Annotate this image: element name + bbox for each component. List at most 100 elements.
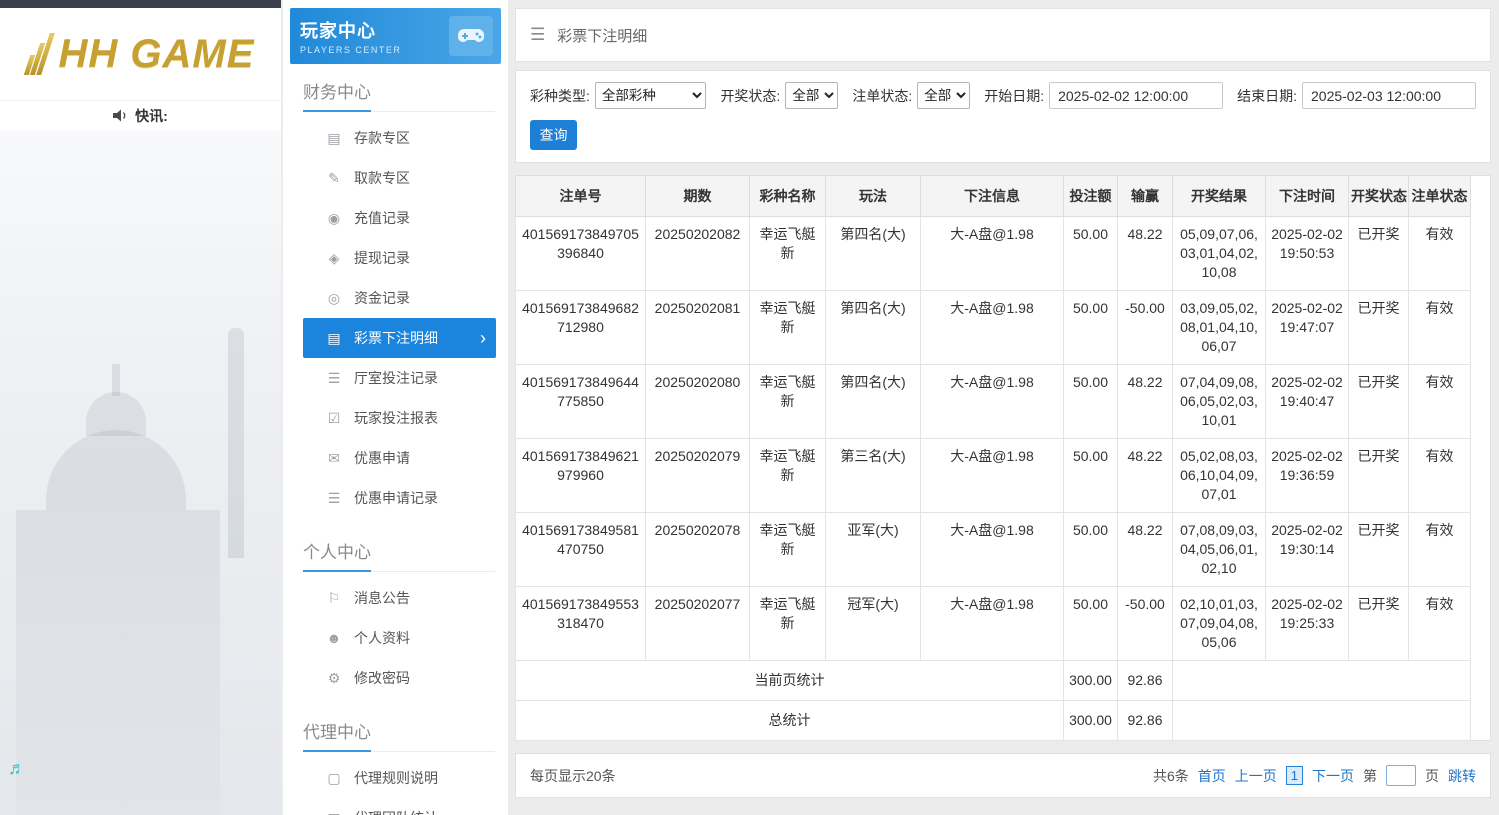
- jump-link[interactable]: 跳转: [1448, 766, 1476, 786]
- summary-win-loss: 92.86: [1117, 660, 1173, 701]
- table-cell: 50.00: [1063, 364, 1118, 439]
- start-date-input[interactable]: [1049, 82, 1224, 109]
- table-cell: 20250202078: [645, 512, 750, 587]
- music-toggle-icon[interactable]: ♬: [8, 758, 26, 779]
- table-cell: 401569173849553318470: [515, 586, 646, 661]
- table-cell: 大-A盘@1.98: [920, 364, 1064, 439]
- withdrawal-record-icon: ◈: [328, 249, 340, 266]
- first-page-link[interactable]: 首页: [1198, 766, 1226, 786]
- table-row: 401569173849553318470 20250202077 幸运飞艇新 冠军(…: [515, 586, 1471, 661]
- sidebar-header: 玩家中心 PLAYERS CENTER: [290, 8, 501, 64]
- sidebar-item-agent-team[interactable]: ▦ 代理团队统计: [303, 798, 496, 815]
- table-cell: 48.22: [1117, 438, 1173, 513]
- table-cell: 大-A盘@1.98: [920, 216, 1064, 291]
- funds-record-icon: ◎: [327, 289, 341, 306]
- end-date-input[interactable]: [1302, 82, 1476, 109]
- sidebar-item-promo-apply[interactable]: ✉ 优惠申请: [303, 438, 496, 478]
- logo-bars-decoration: [23, 33, 55, 75]
- main-content: ☰ 彩票下注明细 彩种类型: 全部彩种 开奖状态: 全部 注单状态: 全部 开始…: [508, 0, 1499, 815]
- sidebar-item-label: 存款专区: [354, 130, 410, 146]
- sidebar-item-label: 优惠申请: [354, 450, 410, 466]
- table-cell: 大-A盘@1.98: [920, 512, 1064, 587]
- agent-team-icon: ▦: [325, 810, 343, 815]
- announcement-icon: ⚐: [327, 589, 341, 606]
- table-row: 401569173849682712980 20250202081 幸运飞艇新 第四名…: [515, 290, 1471, 365]
- table-cell: 2025-02-02 19:47:07: [1265, 290, 1349, 365]
- lottery-type-select[interactable]: 全部彩种: [594, 82, 707, 109]
- summary-win-loss: 92.86: [1117, 700, 1173, 741]
- page-jump-input[interactable]: [1386, 765, 1416, 786]
- photo-building-shape: [16, 510, 220, 815]
- column-header: 开奖结果: [1172, 175, 1266, 217]
- hall-bet-record-icon: ☰: [327, 369, 341, 386]
- sidebar-item-withdrawal-record[interactable]: ◈ 提现记录: [303, 238, 496, 278]
- table-cell: -50.00: [1117, 290, 1173, 365]
- table-cell: 已开奖: [1348, 438, 1409, 513]
- table-cell: 03,09,05,02,08,01,04,10,06,07: [1172, 290, 1266, 365]
- sidebar-item-announcement[interactable]: ⚐ 消息公告: [303, 578, 496, 618]
- query-button[interactable]: 查询: [530, 120, 577, 150]
- deposit-icon: ▤: [327, 129, 341, 146]
- sidebar-item-label: 代理团队统计: [354, 808, 438, 815]
- table-cell: 48.22: [1117, 512, 1173, 587]
- table-cell: 2025-02-02 19:30:14: [1265, 512, 1349, 587]
- table-cell: -50.00: [1117, 586, 1173, 661]
- table-cell: 幸运飞艇新: [749, 290, 826, 365]
- withdraw-icon: ✎: [328, 169, 340, 186]
- sidebar-item-withdraw[interactable]: ✎ 取款专区: [303, 158, 496, 198]
- next-page-link[interactable]: 下一页: [1312, 766, 1354, 786]
- sidebar-title: 玩家中心: [300, 21, 376, 41]
- table-cell: 02,10,01,03,07,09,04,08,05,06: [1172, 586, 1266, 661]
- table-cell: 有效: [1408, 586, 1471, 661]
- draw-status-select[interactable]: 全部: [785, 82, 839, 109]
- table-cell: 有效: [1408, 438, 1471, 513]
- filter-panel: 彩种类型: 全部彩种 开奖状态: 全部 注单状态: 全部 开始日期: 结束日期:…: [515, 70, 1491, 163]
- sidebar-item-player-bet-report[interactable]: ☑ 玩家投注报表: [303, 398, 496, 438]
- left-brand-panel: HH GAME 快讯: ♬: [0, 0, 281, 815]
- table-cell: 亚军(大): [825, 512, 921, 587]
- table-cell: 2025-02-02 19:50:53: [1265, 216, 1349, 291]
- column-header: 输赢: [1117, 175, 1173, 217]
- sidebar-item-label: 彩票下注明细: [354, 330, 438, 346]
- column-header: 注单状态: [1408, 175, 1471, 217]
- table-cell: 幸运飞艇新: [749, 364, 826, 439]
- sidebar-item-agent-rules[interactable]: ▢ 代理规则说明: [303, 758, 496, 798]
- menu-toggle-icon[interactable]: ☰: [530, 25, 545, 45]
- current-page[interactable]: 1: [1285, 766, 1303, 785]
- sidebar-item-label: 取款专区: [354, 170, 410, 186]
- bet-status-select[interactable]: 全部: [917, 82, 971, 109]
- lottery-bet-detail-icon: ▤: [327, 329, 341, 346]
- per-page-text: 每页显示20条: [530, 767, 616, 784]
- sidebar-menu: 财务中心 ▤ 存款专区 ✎ 取款专区 ◉ 充值记录 ◈ 提现记录 ◎ 资金记录 ▤ 彩票下注明细 › ☰ 厅室…: [283, 64, 508, 815]
- page-title: 彩票下注明细: [557, 27, 648, 45]
- table-cell: 有效: [1408, 290, 1471, 365]
- bets-table-panel: 注单号 期数 彩种名称 玩法 下注信息 投注额 输赢 开奖结果 下注时间 开奖状态 注单状态 401…: [515, 175, 1491, 741]
- table-cell: 20250202081: [645, 290, 750, 365]
- password-icon: ⚙: [327, 669, 341, 686]
- end-date-label: 结束日期:: [1237, 87, 1297, 104]
- sidebar-item-funds-record[interactable]: ◎ 资金记录: [303, 278, 496, 318]
- sidebar-item-password[interactable]: ⚙ 修改密码: [303, 658, 496, 698]
- logo: HH GAME: [0, 8, 281, 100]
- table-cell: 已开奖: [1348, 216, 1409, 291]
- sidebar-item-hall-bet-record[interactable]: ☰ 厅室投注记录: [303, 358, 496, 398]
- table-cell: 07,08,09,03,04,05,06,01,02,10: [1172, 512, 1266, 587]
- summary-label: 总统计: [515, 700, 1064, 741]
- sidebar-item-recharge-record[interactable]: ◉ 充值记录: [303, 198, 496, 238]
- prev-page-link[interactable]: 上一页: [1235, 766, 1277, 786]
- sidebar-item-label: 资金记录: [354, 290, 410, 306]
- sidebar-item-promo-record[interactable]: ☰ 优惠申请记录: [303, 478, 496, 518]
- sidebar: 玩家中心 PLAYERS CENTER 财务中心 ▤ 存款专区 ✎ 取款专区 ◉ 充值记录 ◈…: [283, 0, 508, 815]
- table-cell: 50.00: [1063, 216, 1118, 291]
- sidebar-item-profile[interactable]: ☻ 个人资料: [303, 618, 496, 658]
- summary-bet-amount: 300.00: [1063, 660, 1118, 701]
- sidebar-item-label: 消息公告: [354, 590, 410, 606]
- table-body: 401569173849705396840 20250202082 幸运飞艇新 第四名…: [515, 216, 1471, 741]
- table-cell: 已开奖: [1348, 290, 1409, 365]
- photo-statue-shape: [228, 328, 244, 558]
- player-bet-report-icon: ☑: [327, 409, 341, 426]
- sidebar-item-lottery-bet-detail[interactable]: ▤ 彩票下注明细 ›: [303, 318, 496, 358]
- column-header: 下注信息: [920, 175, 1064, 217]
- top-edge-strip: [0, 0, 281, 8]
- sidebar-item-deposit[interactable]: ▤ 存款专区: [303, 118, 496, 158]
